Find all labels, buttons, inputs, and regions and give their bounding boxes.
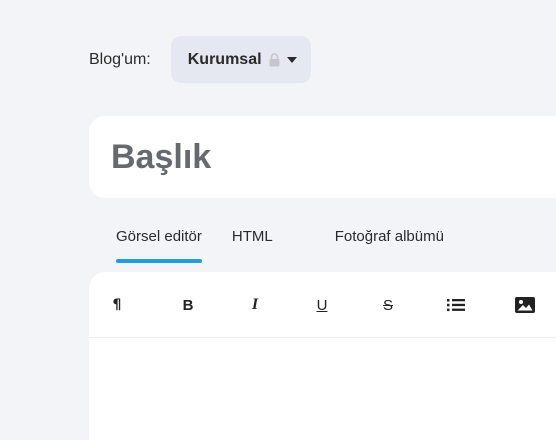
lock-icon xyxy=(269,52,280,66)
tab-photo-album[interactable]: Fotoğraf albümü xyxy=(335,228,444,263)
image-icon xyxy=(515,297,535,313)
blog-select-dropdown[interactable]: Kurumsal xyxy=(170,36,311,83)
title-field[interactable]: Başlık xyxy=(89,116,556,198)
blog-select-value: Kurumsal xyxy=(187,50,262,68)
paragraph-button[interactable]: ¶ xyxy=(109,272,125,338)
list-icon xyxy=(447,299,465,312)
bold-button[interactable]: B xyxy=(181,272,195,338)
editor-panel: ¶ B I U S xyxy=(89,272,556,440)
editor-content-area[interactable] xyxy=(89,338,556,440)
strikethrough-button[interactable]: S xyxy=(381,272,395,338)
post-editor-page: Blog'um: Kurumsal Başlık Görsel editör H… xyxy=(0,0,556,440)
tab-visual-editor[interactable]: Görsel editör xyxy=(116,228,202,263)
insert-image-button[interactable] xyxy=(514,272,536,338)
blog-label: Blog'um: xyxy=(89,50,151,68)
title-placeholder: Başlık xyxy=(111,137,212,176)
bulleted-list-button[interactable] xyxy=(446,272,466,338)
editor-tabs: Görsel editör HTML Fotoğraf albümü xyxy=(116,228,444,272)
editor-toolbar: ¶ B I U S xyxy=(89,272,556,338)
italic-button[interactable]: I xyxy=(249,272,261,338)
tab-html[interactable]: HTML xyxy=(232,228,273,263)
chevron-down-icon xyxy=(286,56,297,63)
underline-button[interactable]: U xyxy=(315,272,329,338)
blog-selector-row: Blog'um: Kurumsal xyxy=(89,36,311,83)
